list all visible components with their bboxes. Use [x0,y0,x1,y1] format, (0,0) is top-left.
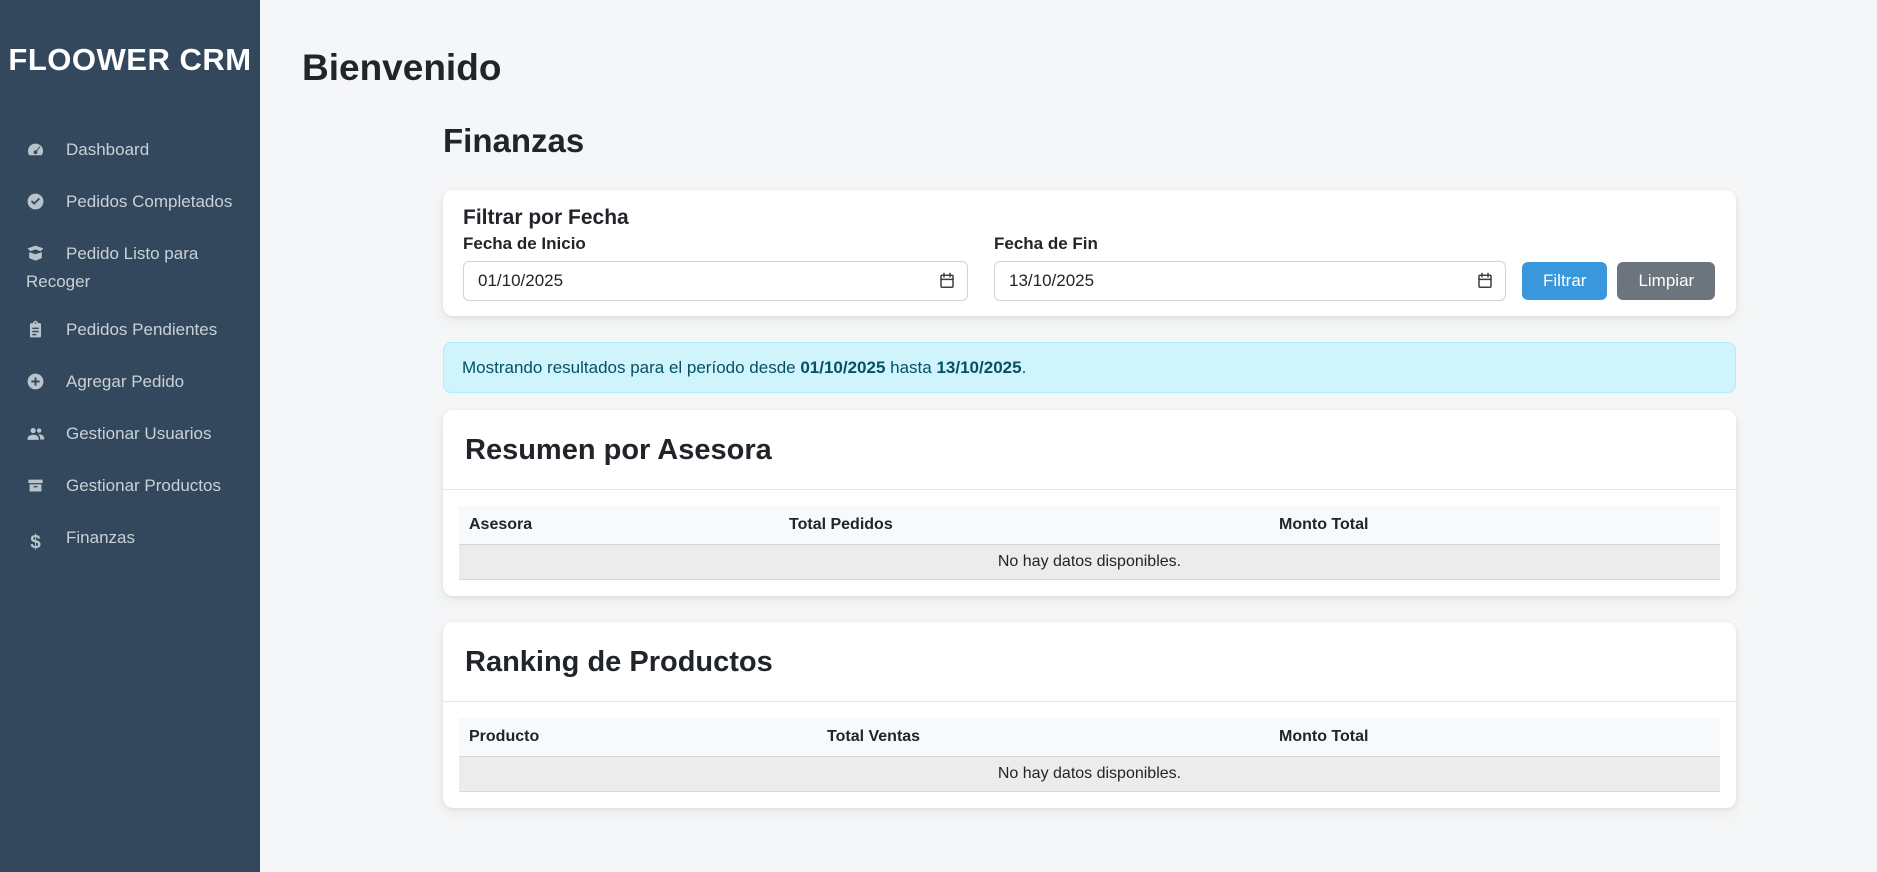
summary-table: Asesora Total Pedidos Monto Total No hay… [459,506,1720,580]
check-circle-icon [26,192,45,218]
table-header-row: Asesora Total Pedidos Monto Total [459,506,1720,545]
sidebar-item-gestionar-usuarios[interactable]: Gestionar Usuarios [0,410,260,462]
empty-message: No hay datos disponibles. [459,757,1720,792]
table-empty-row: No hay datos disponibles. [459,757,1720,792]
sidebar-item-label: Pedidos Completados [66,192,232,211]
main-content: Bienvenido Finanzas Filtrar por Fecha Fe… [260,0,1877,872]
table-header-row: Producto Total Ventas Monto Total [459,718,1720,757]
page-title: Bienvenido [302,46,1877,90]
column-monto-total: Monto Total [1269,506,1720,545]
summary-by-advisor-card: Resumen por Asesora Asesora Total Pedido… [443,410,1736,596]
filter-title: Filtrar por Fecha [463,205,1716,231]
gauge-icon [26,140,45,166]
end-date-field: Fecha de Fin [994,233,1506,301]
summary-card-title: Resumen por Asesora [465,431,1714,469]
archive-box-icon [26,476,45,502]
sidebar-menu: Dashboard Pedidos Completados Pedido Lis… [0,126,260,567]
dollar-icon: $ [26,530,45,555]
sidebar-item-label: Pedido Listo para Recoger [26,244,198,291]
alert-end-date: 13/10/2025 [936,358,1021,377]
product-ranking-card: Ranking de Productos Producto Total Vent… [443,622,1736,808]
card-header: Ranking de Productos [443,622,1736,702]
column-total-ventas: Total Ventas [817,718,1269,757]
date-filter-card: Filtrar por Fecha Fecha de Inicio Fecha … [443,190,1736,316]
end-date-label: Fecha de Fin [994,233,1506,255]
column-monto-total: Monto Total [1269,718,1720,757]
sidebar-item-dashboard[interactable]: Dashboard [0,126,260,178]
ranking-card-title: Ranking de Productos [465,643,1714,681]
sidebar-item-gestionar-productos[interactable]: Gestionar Productos [0,462,260,514]
sidebar: FLOOWER CRM Dashboard Pedidos Completado… [0,0,260,872]
column-asesora: Asesora [459,506,779,545]
sidebar-item-label: Pedidos Pendientes [66,320,217,339]
clear-button[interactable]: Limpiar [1617,262,1715,300]
alert-start-date: 01/10/2025 [800,358,885,377]
sidebar-item-label: Gestionar Usuarios [66,424,212,443]
clipboard-icon [26,320,45,346]
sidebar-item-label: Gestionar Productos [66,476,221,495]
plus-circle-icon [26,372,45,398]
start-date-label: Fecha de Inicio [463,233,968,255]
calendar-icon[interactable] [938,271,956,290]
sidebar-item-pedido-listo-para-recoger[interactable]: Pedido Listo para Recoger [0,230,260,306]
sidebar-item-pedidos-completados[interactable]: Pedidos Completados [0,178,260,230]
ranking-table: Producto Total Ventas Monto Total No hay… [459,718,1720,792]
app-title: FLOOWER CRM [0,40,260,80]
end-date-input[interactable] [994,261,1506,301]
sidebar-item-label: Dashboard [66,140,149,159]
box-open-icon [26,244,45,270]
table-empty-row: No hay datos disponibles. [459,545,1720,580]
empty-message: No hay datos disponibles. [459,545,1720,580]
section-title: Finanzas [443,120,1736,162]
users-icon [26,424,45,450]
sidebar-item-pedidos-pendientes[interactable]: Pedidos Pendientes [0,306,260,358]
sidebar-item-finanzas[interactable]: $ Finanzas [0,514,260,567]
sidebar-item-agregar-pedido[interactable]: Agregar Pedido [0,358,260,410]
start-date-input[interactable] [463,261,968,301]
card-header: Resumen por Asesora [443,410,1736,490]
sidebar-item-label: Finanzas [66,528,135,547]
results-info-alert: Mostrando resultados para el período des… [443,342,1736,393]
calendar-icon[interactable] [1476,271,1494,290]
column-total-pedidos: Total Pedidos [779,506,1269,545]
sidebar-item-label: Agregar Pedido [66,372,184,391]
filter-button[interactable]: Filtrar [1522,262,1607,300]
start-date-field: Fecha de Inicio [463,233,968,301]
column-producto: Producto [459,718,817,757]
